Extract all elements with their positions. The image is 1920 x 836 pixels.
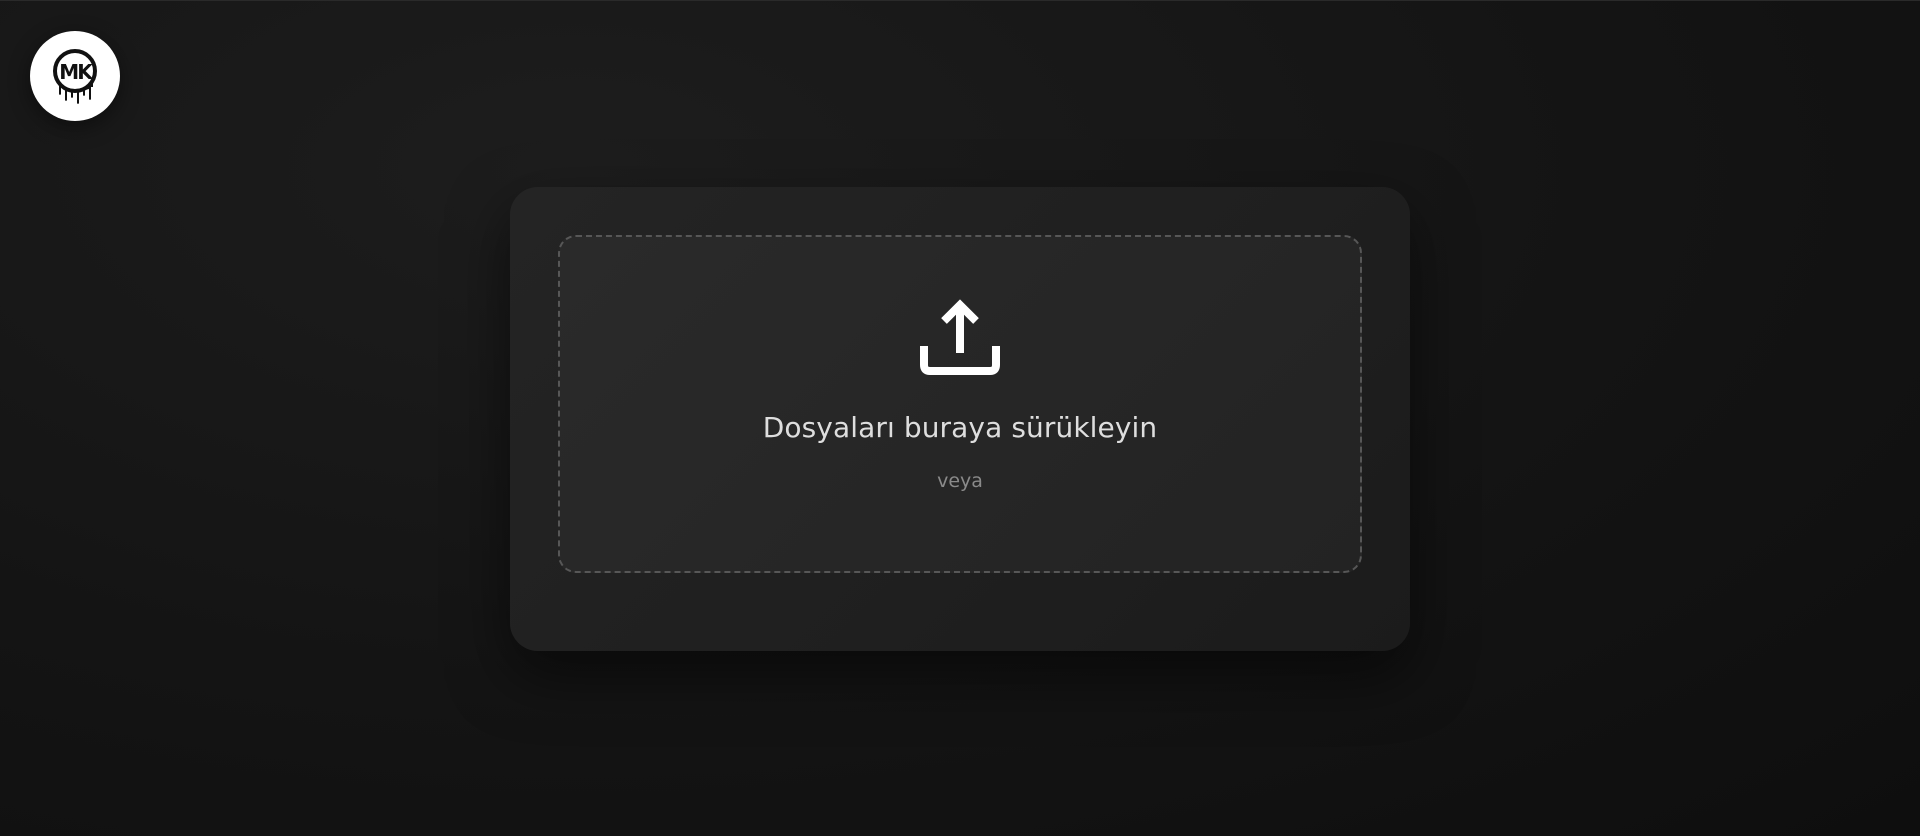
upload-icon	[920, 299, 1000, 375]
mk-drip-logo-icon: MK	[53, 49, 97, 104]
file-dropzone[interactable]: Dosyaları buraya sürükleyin veya	[558, 235, 1362, 573]
logo-button[interactable]: MK	[30, 31, 120, 121]
dropzone-title: Dosyaları buraya sürükleyin	[762, 411, 1158, 444]
top-border	[0, 0, 1920, 1]
upload-card: Dosyaları buraya sürükleyin veya	[510, 187, 1410, 651]
dropzone-or-text: veya	[937, 470, 983, 492]
logo-text: MK	[59, 60, 94, 84]
